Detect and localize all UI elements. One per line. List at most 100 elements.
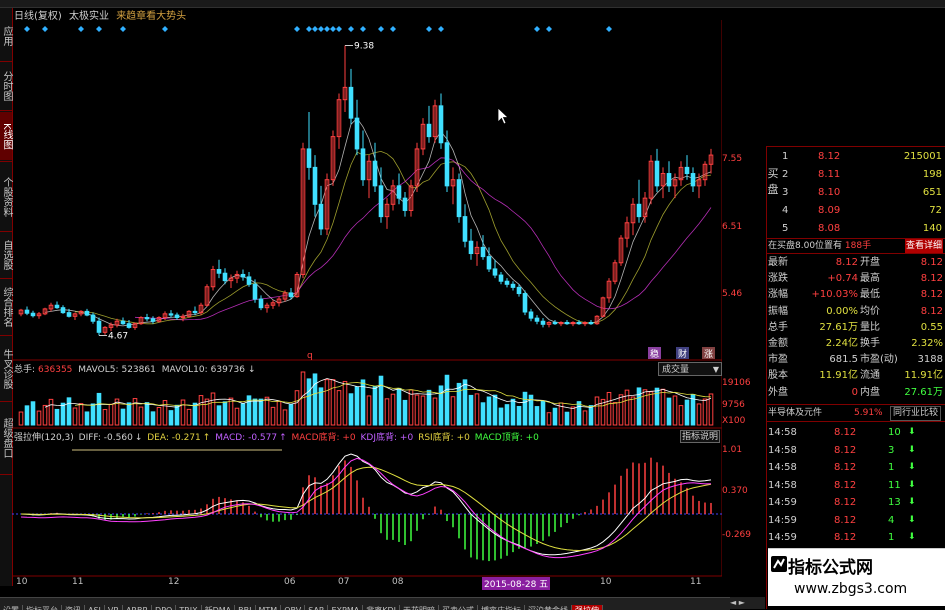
candle-body: [192, 310, 198, 314]
tick-price: 8.12: [834, 462, 857, 473]
volume-bar: [42, 404, 48, 426]
toolbar-item[interactable]: 分时图: [0, 63, 12, 109]
candle-body: [240, 273, 246, 278]
ob-price: 8.09: [818, 205, 841, 216]
quote-row: 振幅 0.00% 均价 8.12: [766, 305, 945, 318]
toolbar-divider: [0, 335, 12, 336]
date-tick-label: 10: [600, 577, 612, 587]
volume-bar: [78, 403, 84, 426]
volume-ma-line: [74, 382, 712, 408]
toolbar-item[interactable]: K线图: [0, 112, 12, 160]
volume-bar: [450, 396, 456, 426]
volume-indicator-select[interactable]: 成交量 ▼: [658, 362, 722, 376]
candle-body: [540, 320, 546, 325]
volume-bar: [264, 396, 270, 426]
macd-indicator-name[interactable]: 强拉伸(120,3): [14, 433, 74, 443]
volume-bar: [660, 388, 666, 426]
indicator-tabs: 设置指标平台资讯ASIVRARBRDPOTRIX新DMABBIMTMOBVSAR…: [0, 597, 730, 610]
pending-detail-link[interactable]: 查看详细: [904, 239, 943, 253]
tick-time: 14:58: [768, 444, 797, 456]
ob-price: 8.12: [818, 151, 841, 162]
tabs-scroll-icon[interactable]: ◄ ►: [730, 597, 765, 609]
indicator-tab[interactable]: EXPMA: [328, 605, 364, 610]
toolbar-item[interactable]: 超级盘口: [0, 403, 12, 473]
candle-body: [636, 203, 642, 218]
tick-time: 14:58: [768, 427, 797, 438]
order-book-row[interactable]: 2 8.11 198: [780, 167, 944, 183]
signal-diamond-icon: [606, 26, 612, 32]
indicator-tab[interactable]: ASI: [85, 605, 105, 610]
indicator-tab[interactable]: 深沪黄金线: [525, 605, 572, 610]
volume-bar: [606, 391, 612, 426]
candle-body: [426, 123, 432, 138]
indicator-tab[interactable]: 强拉伸: [571, 605, 603, 610]
toolbar-item[interactable]: 牛叉诊股: [0, 338, 12, 400]
macd-legend: 强拉伸(120,3) DIFF: -0.560 ↓ DEA: -0.271 ↑ MA…: [14, 432, 541, 444]
candle-body: [588, 321, 594, 325]
indicator-tab[interactable]: BBI: [235, 605, 256, 610]
volume-bar: [456, 382, 462, 426]
indicator-tab[interactable]: 买卖公式: [439, 605, 478, 610]
signal-diamond-icon: [438, 26, 444, 32]
signal-diamond-icon: [42, 26, 48, 32]
toolbar-item[interactable]: 应用: [0, 12, 12, 60]
candle-body: [510, 283, 516, 288]
candle-body: [60, 307, 66, 314]
sector-compare-button[interactable]: 同行业比较: [889, 406, 941, 421]
sector-name[interactable]: 半导体及元件: [768, 405, 822, 421]
indicator-tab[interactable]: SAR: [305, 605, 329, 610]
volume-bar: [240, 403, 246, 426]
indicator-tab[interactable]: 新DMA: [202, 605, 236, 610]
quote-value: +0.74: [827, 273, 858, 285]
down-arrow-icon: ⬇: [908, 497, 916, 507]
order-book-row[interactable]: 3 8.10 651: [780, 185, 944, 201]
candle-body: [516, 286, 522, 295]
quote-value: 681.5: [829, 354, 858, 366]
indicator-tab[interactable]: 博弈庄指标: [478, 605, 525, 610]
volume-bar: [492, 394, 498, 426]
order-book-row[interactable]: 4 8.09 72: [780, 203, 944, 219]
ob-volume: 140: [922, 223, 942, 234]
buy-side-label: 买盘: [767, 167, 779, 196]
indicator-tab[interactable]: 天花明暗: [400, 605, 439, 610]
toolbar-item[interactable]: 自选股: [0, 233, 12, 277]
candle-body: [576, 321, 582, 325]
price-axis-label: 7.55: [722, 154, 743, 164]
indicator-tab[interactable]: ARBR: [123, 605, 153, 610]
toolbar-divider: [0, 231, 12, 232]
volume-axis-label: X100: [722, 416, 746, 426]
kline-chart-area[interactable]: 9.38 4.67 q 稳 财 涨: [12, 20, 722, 580]
signal-diamond-icon: [24, 26, 30, 32]
candle-body: [456, 179, 462, 218]
volume-bar: [510, 398, 516, 426]
indicator-tab[interactable]: 指标平台: [23, 605, 62, 610]
volume-bar: [216, 405, 222, 426]
candle-body: [504, 280, 510, 285]
indicator-help-button[interactable]: 指标说明: [680, 430, 720, 443]
toolbar-divider: [0, 61, 12, 62]
candle-body: [690, 173, 696, 187]
volume-bar: [432, 397, 438, 426]
order-book-row[interactable]: 1 8.12 215001: [780, 149, 944, 165]
indicator-tab[interactable]: 设置: [0, 605, 23, 610]
volume-bar: [84, 411, 90, 426]
mavol10-label: MAVOL10:: [161, 365, 208, 375]
signal-diamond-icon: [312, 26, 318, 32]
toolbar-item[interactable]: 综合排名: [0, 280, 12, 334]
info-badge-label: 财: [678, 348, 687, 360]
up-arrow-icon: ↑: [202, 433, 211, 443]
volume-bar: [96, 392, 102, 426]
order-book-row[interactable]: 5 8.08 140: [780, 221, 944, 237]
indicator-tab[interactable]: VR: [105, 605, 123, 610]
indicator-tab[interactable]: TRIX: [176, 605, 202, 610]
indicator-tab[interactable]: 背离KDJ: [363, 605, 400, 610]
indicator-tab[interactable]: MTM: [256, 605, 282, 610]
signal-diamond-icon: [306, 26, 312, 32]
toolbar-item[interactable]: 个股资料: [0, 164, 12, 230]
indicator-tab[interactable]: DPO: [152, 605, 177, 610]
indicator-tab[interactable]: 资讯: [62, 605, 85, 610]
tick-price: 8.12: [834, 497, 857, 508]
quote-value: 0.00%: [826, 305, 858, 317]
quote-row: 金额 2.24亿 换手 2.32%: [766, 337, 945, 350]
indicator-tab[interactable]: OBV: [281, 605, 306, 610]
